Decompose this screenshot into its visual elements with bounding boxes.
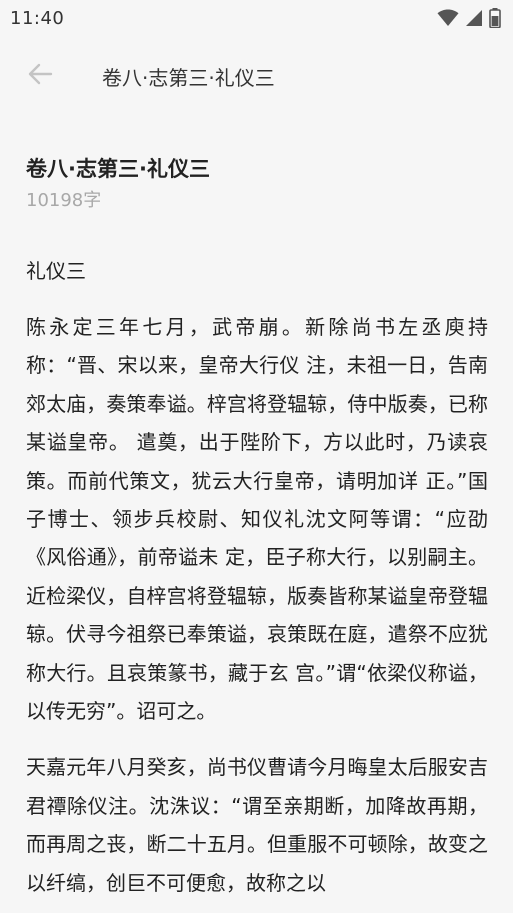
app-bar: 卷八·志第三·礼仪三 (0, 48, 513, 104)
arrow-left-icon (27, 61, 53, 91)
word-count: 10198字 (26, 190, 102, 211)
paragraph: 天嘉元年八月癸亥，尚书仪曹请今月晦皇太后服安吉君禫除仪注。沈洙议：“谓至亲期断，… (26, 755, 488, 895)
wifi-icon (437, 9, 459, 27)
section-heading: 礼仪三 (26, 259, 86, 283)
battery-icon (489, 8, 501, 28)
back-button[interactable] (18, 54, 62, 98)
status-icons (437, 8, 501, 28)
chapter-content: 卷八·志第三·礼仪三 10198字 礼仪三 陈永定三年七月，武帝崩。新除尚书左丞… (26, 152, 488, 913)
status-bar: 11:40 (0, 0, 513, 36)
cellular-signal-icon (465, 9, 483, 27)
status-time: 11:40 (10, 7, 65, 29)
paragraph: 陈永定三年七月，武帝崩。新除尚书左丞庾持称：“晋、宋以来，皇帝大行仪 注，未祖一… (26, 315, 488, 724)
chapter-title: 卷八·志第三·礼仪三 (26, 157, 210, 181)
app-bar-title: 卷八·志第三·礼仪三 (102, 65, 275, 90)
reader-screen: 11:40 卷八·志第三·礼仪三 卷八·志第三·礼仪三 10198字 礼仪三 陈… (0, 0, 513, 913)
